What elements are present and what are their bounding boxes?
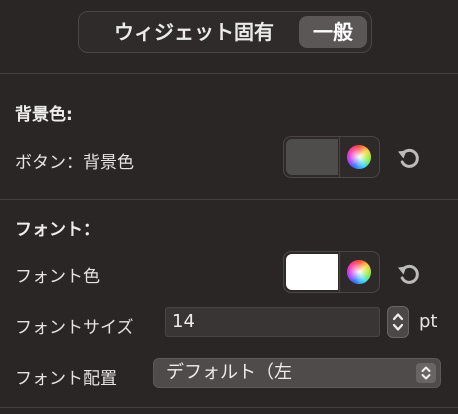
- color-wheel-icon[interactable]: [347, 260, 371, 284]
- button-background-color-well[interactable]: [283, 136, 380, 178]
- font-size-label: フォントサイズ: [15, 318, 134, 338]
- font-color-well[interactable]: [283, 251, 380, 293]
- color-well-separator: [339, 137, 340, 177]
- font-alignment-value: デフォルト（左: [166, 362, 292, 383]
- chevron-up-down-icon: [416, 363, 436, 383]
- font-size-input[interactable]: 14: [165, 307, 380, 337]
- reset-button-background-icon[interactable]: [394, 142, 424, 172]
- font-color-swatch[interactable]: [286, 254, 338, 290]
- tab-general[interactable]: 一般: [299, 16, 367, 48]
- section-divider: [0, 407, 458, 408]
- section-divider: [0, 73, 458, 74]
- reset-font-color-icon[interactable]: [394, 258, 424, 288]
- font-size-stepper[interactable]: [387, 306, 409, 338]
- font-heading: フォント：: [15, 220, 100, 240]
- color-wheel-icon[interactable]: [347, 145, 371, 169]
- color-well-separator: [339, 252, 340, 292]
- button-background-swatch[interactable]: [286, 139, 338, 175]
- font-color-label: フォント色: [15, 267, 100, 287]
- tab-widget-specific[interactable]: ウィジェット固有: [89, 16, 299, 48]
- font-alignment-select[interactable]: デフォルト（左: [153, 358, 441, 388]
- font-alignment-label: フォント配置: [15, 369, 117, 389]
- button-background-label: ボタン：背景色: [15, 153, 134, 173]
- tab-segmented-control: ウィジェット固有 一般: [78, 11, 372, 53]
- section-divider: [0, 199, 458, 200]
- background-color-heading: 背景色:: [15, 105, 73, 125]
- stepper-arrows-icon: [392, 313, 404, 331]
- font-size-unit: pt: [419, 311, 438, 332]
